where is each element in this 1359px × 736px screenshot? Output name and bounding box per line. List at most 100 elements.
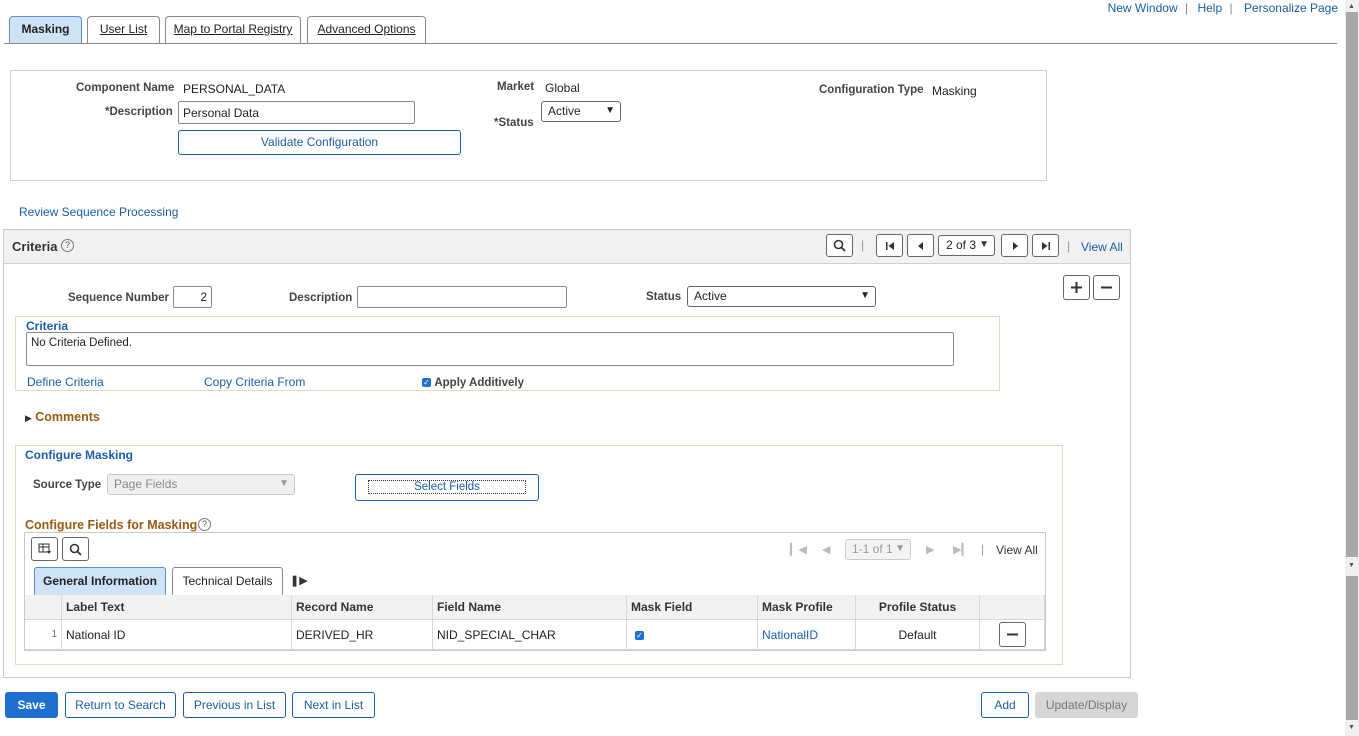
criteria-description-label: Description	[289, 292, 353, 304]
fields-table: Label Text Record Name Field Name Mask F…	[25, 595, 1045, 650]
select-fields-label: Select Fields	[368, 480, 526, 494]
next-page-button[interactable]	[1001, 234, 1028, 257]
personalize-grid-button[interactable]	[31, 537, 58, 561]
review-sequence-processing-link[interactable]: Review Sequence Processing	[19, 205, 178, 219]
mask-profile-link[interactable]: NationalID	[762, 628, 818, 642]
previous-icon	[917, 241, 923, 250]
checkbox-checked-icon: ✓	[422, 378, 431, 388]
select-fields-button[interactable]: Select Fields	[355, 474, 539, 501]
top-links: New Window | Help | Personalize Page	[1108, 1, 1338, 15]
scroll-down-arrow[interactable]: ▼	[1348, 562, 1355, 569]
scrollbar-thumb[interactable]	[1346, 12, 1358, 557]
new-window-link[interactable]: New Window	[1108, 1, 1178, 15]
delete-field-row-button[interactable]	[998, 622, 1026, 647]
add-row-button[interactable]	[1063, 275, 1090, 300]
label-text-cell: National ID	[61, 619, 292, 650]
grid-next-icon: ▶	[926, 544, 935, 556]
copy-criteria-from-link[interactable]: Copy Criteria From	[204, 375, 305, 389]
minus-icon	[1006, 633, 1018, 636]
criteria-text-area[interactable]: No Criteria Defined.	[26, 332, 954, 366]
tab-masking[interactable]: Masking	[9, 16, 82, 43]
help-icon[interactable]: ?	[61, 239, 74, 252]
configuration-type-label: Configuration Type	[819, 84, 924, 96]
tab-user-list[interactable]: User List	[87, 16, 160, 43]
criteria-description-field[interactable]	[357, 286, 567, 308]
show-all-columns-icon[interactable]: ❚▶	[290, 574, 308, 587]
tab-label: Map to Portal Registry	[173, 22, 293, 36]
delete-row-button[interactable]	[1093, 275, 1120, 300]
mask-profile-cell: NationalID	[757, 619, 856, 650]
search-button[interactable]	[826, 234, 853, 257]
chevron-down-icon: ▼	[895, 543, 905, 554]
search-icon	[833, 239, 846, 252]
criteria-pager-select[interactable]: 2 of 3 ▼	[938, 235, 995, 256]
chevron-down-icon: ▼	[979, 239, 989, 250]
chevron-down-icon: ▼	[860, 290, 870, 301]
configure-masking-title: Configure Masking	[25, 448, 134, 462]
help-icon[interactable]: ?	[198, 518, 211, 531]
add-button[interactable]: Add	[981, 692, 1029, 718]
mask-field-cell: ✓	[626, 619, 758, 650]
first-page-icon	[885, 241, 894, 250]
separator: |	[1229, 1, 1233, 15]
tab-label: User List	[99, 22, 148, 36]
table-header-row: Label Text Record Name Field Name Mask F…	[25, 595, 1045, 620]
market-label: Market	[497, 81, 535, 93]
search-icon	[69, 543, 82, 556]
triangle-right-icon: ▶	[25, 413, 32, 423]
tab-advanced-options[interactable]: Advanced Options	[307, 16, 426, 43]
save-button[interactable]: Save	[5, 692, 58, 718]
grid-search-button[interactable]	[62, 537, 89, 561]
description-label: *Description	[105, 106, 173, 118]
scrollbar-lower-thumb[interactable]	[1346, 576, 1358, 720]
chevron-down-icon: ▼	[605, 105, 615, 116]
return-to-search-button[interactable]: Return to Search	[65, 692, 176, 718]
col-record-name: Record Name	[291, 595, 433, 620]
separator: |	[861, 238, 865, 252]
validate-configuration-button[interactable]: Validate Configuration	[178, 130, 461, 155]
tab-general-information[interactable]: General Information	[34, 567, 166, 595]
tab-technical-details[interactable]: Technical Details	[172, 567, 283, 595]
grid-view-all-link[interactable]: View All	[996, 543, 1038, 557]
first-page-button[interactable]	[876, 234, 903, 257]
next-icon	[1012, 241, 1018, 250]
define-criteria-link[interactable]: Define Criteria	[27, 375, 104, 389]
configuration-type-value: Masking	[932, 84, 977, 98]
comments-toggle[interactable]: ▶ Comments	[25, 410, 100, 424]
tab-bar-line	[4, 43, 1337, 44]
description-field[interactable]	[178, 101, 415, 124]
criteria-status-value: Active	[694, 289, 727, 303]
status-select[interactable]: Active ▼	[541, 101, 621, 122]
configure-fields-title: Configure Fields for Masking	[25, 518, 198, 532]
view-all-link[interactable]: View All	[1081, 240, 1123, 254]
personalize-page-link[interactable]: Personalize Page	[1244, 1, 1338, 15]
grid-pager-value: 1-1 of 1	[852, 542, 893, 556]
sequence-number-label: Sequence Number	[68, 292, 169, 304]
plus-icon	[1071, 282, 1082, 293]
next-in-list-button[interactable]: Next in List	[292, 692, 375, 718]
pager-value: 2 of 3	[946, 238, 977, 252]
previous-page-button[interactable]	[907, 234, 934, 257]
update-display-button: Update/Display	[1035, 692, 1138, 718]
sequence-number-field[interactable]	[173, 286, 212, 308]
criteria-status-select[interactable]: Active ▼	[687, 286, 876, 307]
minus-icon	[1101, 286, 1112, 289]
scroll-down-arrow[interactable]: ▼	[1348, 724, 1355, 731]
apply-additively-label: Apply Additively	[434, 377, 525, 389]
vertical-scrollbar[interactable]: ▲ ▼ ▼	[1345, 0, 1359, 736]
source-type-label: Source Type	[33, 479, 102, 491]
profile-status-cell: Default	[855, 619, 980, 650]
separator: |	[1184, 1, 1189, 15]
previous-in-list-button[interactable]: Previous in List	[183, 692, 286, 718]
tab-map-to-portal-registry[interactable]: Map to Portal Registry	[165, 16, 301, 43]
market-value: Global	[545, 81, 580, 95]
scroll-up-arrow[interactable]: ▲	[1348, 3, 1355, 10]
col-field-name: Field Name	[432, 595, 627, 620]
mask-field-checkbox[interactable]: ✓	[635, 630, 644, 640]
apply-additively-checkbox[interactable]: ✓ Apply Additively	[422, 375, 524, 389]
separator: |	[1067, 239, 1071, 253]
help-link[interactable]: Help	[1197, 1, 1222, 15]
last-page-button[interactable]	[1032, 234, 1059, 257]
source-type-select: Page Fields ▼	[107, 474, 295, 495]
criteria-box-title: Criteria	[26, 319, 69, 333]
